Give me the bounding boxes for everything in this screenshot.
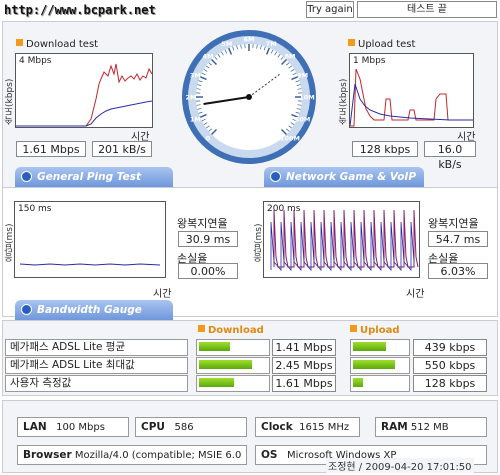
download-graph [16,63,152,127]
tab-bandwidth-gauge[interactable]: Bandwidth Gauge [15,300,173,320]
gauge-tick-label: 0 [206,135,211,143]
bandwidth-download-header: Download [198,325,264,336]
upload-bar [350,375,410,392]
clock-value: 1615 MHz [299,422,350,433]
bullet-icon [198,325,205,332]
try-again-button[interactable]: Try again [306,1,354,18]
gauge-tick-label: 9M [297,71,308,79]
lan-value: 100 Mbps [56,422,105,433]
bandwidth-row-label: 사용자 측정값 [5,375,188,392]
game-avg-line [270,221,415,272]
browser-label: Browser [23,449,72,461]
gauge-tick-label: 2M [186,94,197,102]
download-bar [196,339,270,356]
download-avg-line [16,100,152,127]
ram-label: RAM [381,421,408,433]
upload-kbs-value: 16.0 kB/s [424,141,476,171]
speed-gauge: 0 1M 2M 3M 4M 5M 6M 7M 8M 9M 10M 50M 100M [182,30,316,164]
upload-title: Upload test [348,39,415,50]
download-bar-value: 2.45 Mbps [272,357,336,374]
gauge-tick-label: 1M [190,116,201,124]
lan-info: LAN 100 Mbps [17,417,129,437]
download-bar-fill [199,342,230,351]
bandwidth-upload-header: Upload [350,325,399,336]
gauge-hub [246,94,252,100]
gauge-tick-label: 50M [295,116,311,124]
game-graph [270,209,419,272]
upload-speed-line [350,68,473,127]
download-bar-value: 1.41 Mbps [272,339,336,356]
test-end-status: 테스트 끝 [357,1,497,18]
clock-label: Clock [261,421,293,433]
upload-graph [350,68,473,127]
download-bar-fill [199,378,235,387]
game-rtt-value: 54.7 ms [428,231,488,247]
upload-bar-value: 439 kbps [413,339,487,356]
tab-network-game[interactable]: Network Game & VoIP Test [264,167,424,203]
upload-bar [350,339,410,356]
top-bar: http://www.bcpark.net Try again 테스트 끝 [0,0,500,20]
gauge-tick-label: 4M [202,52,213,60]
cpu-info: CPU 586 [135,417,247,437]
site-url[interactable]: http://www.bcpark.net [4,3,156,17]
gauge-tick-label: 8M [285,52,296,60]
download-bar [196,357,270,374]
lan-label: LAN [23,421,47,433]
gauge-tick-label: 100M [280,135,300,143]
game-rtt-label: 왕복지연율 [428,217,479,230]
ping-rtt-value: 30.9 ms [178,231,238,247]
ping-x-axis: 시간 [153,289,172,300]
bullet-icon [16,39,23,46]
ping-graph [19,263,161,266]
tab-general-ping[interactable]: General Ping Test [15,167,173,187]
bullet-icon [348,39,355,46]
game-latency-line [273,209,419,268]
download-bar [196,375,270,392]
bandwidth-row-label: 메가패스 ADSL Lite 최대값 [5,357,188,374]
ram-info: RAM 512 MB [375,417,487,437]
cpu-label: CPU [141,421,165,433]
upload-chart: 1 Mbps [349,53,474,128]
game-chart: 200 ms [263,201,420,278]
download-bar-fill [199,360,253,369]
gauge-tick-label: 6M [244,36,255,44]
gauge-tick-label: 3M [190,71,201,79]
bandwidth-row-label: 메가패스 ADSL Lite 평균 [5,339,188,356]
os-label: OS [261,449,278,461]
gauge-tick-label: 7M [266,40,277,48]
cpu-value: 586 [174,422,194,433]
upload-bar-value: 128 kbps [413,375,487,392]
upload-bar-fill [353,360,396,369]
ping-loss-value: 0.00% [178,263,238,279]
game-x-axis: 시간 [406,289,425,300]
tab-icon [270,171,281,182]
download-mbps-value: 1.61 Mbps [16,141,86,157]
ping-rtt-label: 왕복지연율 [177,217,228,230]
clock-info: Clock 1615 MHz [255,417,360,437]
download-chart: 4 Mbps [15,53,153,128]
bullet-icon [350,325,357,332]
game-loss-value: 6.03% [428,263,488,279]
download-kbs-value: 201 kB/s [92,141,152,157]
gauge-tick-label: 10M [299,94,315,102]
browser-value: Mozilla/4.0 (compatible; MSIE 6.0 [74,450,242,461]
timestamp: 조정현 / 2009-04-20 17:01:50 [326,458,474,473]
download-speed-line [16,63,152,127]
gauge-tick-label: 5M [221,40,232,48]
upload-bar-value: 550 kbps [413,357,487,374]
ping-line [19,263,161,266]
tab-icon [21,171,32,182]
upload-kbps-value: 128 kbps [352,141,418,157]
ping-chart: 150 ms [14,201,166,278]
download-bar-value: 1.61 Mbps [272,375,336,392]
tab-icon [21,304,32,315]
browser-info: Browser Mozilla/4.0 (compatible; MSIE 6.… [17,445,247,465]
upload-bar [350,357,410,374]
ram-value: 512 MB [410,422,449,433]
upload-bar-fill [353,378,363,387]
download-title: Download test [16,39,98,50]
upload-avg-line [350,83,473,127]
upload-bar-fill [353,342,387,351]
